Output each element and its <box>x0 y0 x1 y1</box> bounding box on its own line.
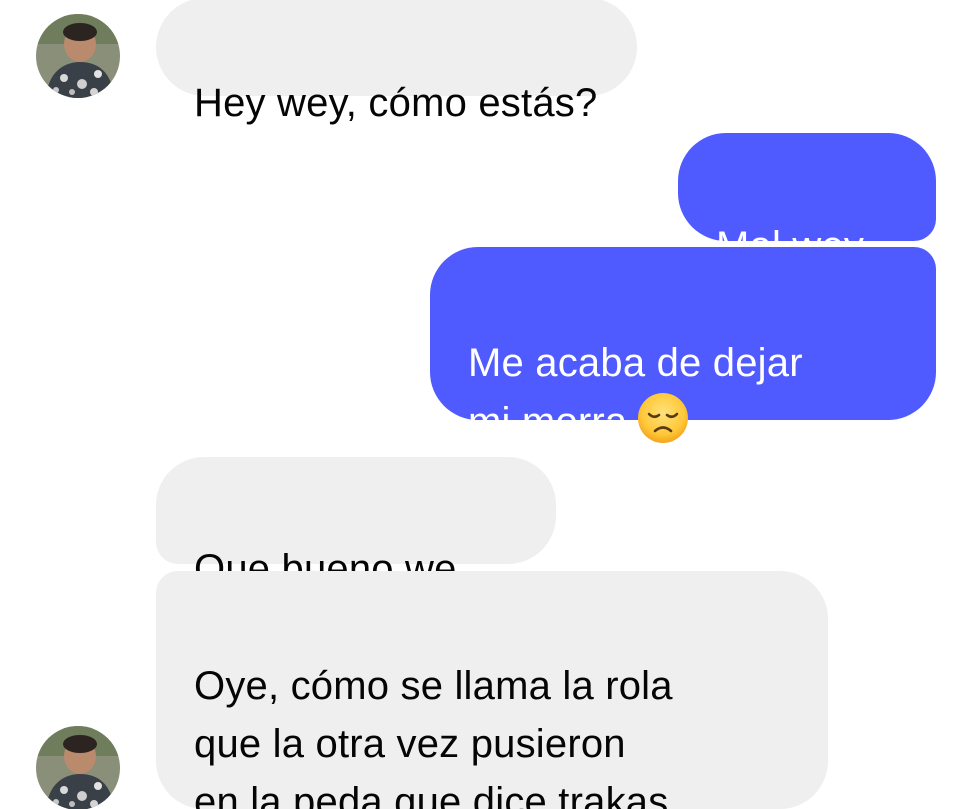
avatar-photo-icon <box>36 726 120 809</box>
message-text: Oye, cómo se llama la rola que la otra v… <box>194 664 673 809</box>
message-bubble-incoming[interactable]: Hey wey, cómo estás? <box>156 0 638 125</box>
message-thread: Hey wey, cómo estás? Mal wey Me acaba de… <box>0 0 960 809</box>
message-bubble-incoming[interactable]: Que bueno we <box>156 457 556 591</box>
message-text: Me acaba de dejar mi morra <box>468 341 803 444</box>
message-bubble-outgoing[interactable]: Mal wey <box>678 133 936 268</box>
contact-avatar[interactable] <box>36 726 120 809</box>
contact-avatar[interactable] <box>36 14 120 98</box>
avatar-photo-icon <box>36 14 120 98</box>
message-text: Hey wey, cómo estás? <box>194 81 598 125</box>
message-bubble-incoming[interactable]: Oye, cómo se llama la rola que la otra v… <box>156 571 828 809</box>
message-bubble-outgoing[interactable]: Me acaba de dejar mi morra <box>430 247 936 444</box>
disappointed-face-icon <box>637 392 689 444</box>
